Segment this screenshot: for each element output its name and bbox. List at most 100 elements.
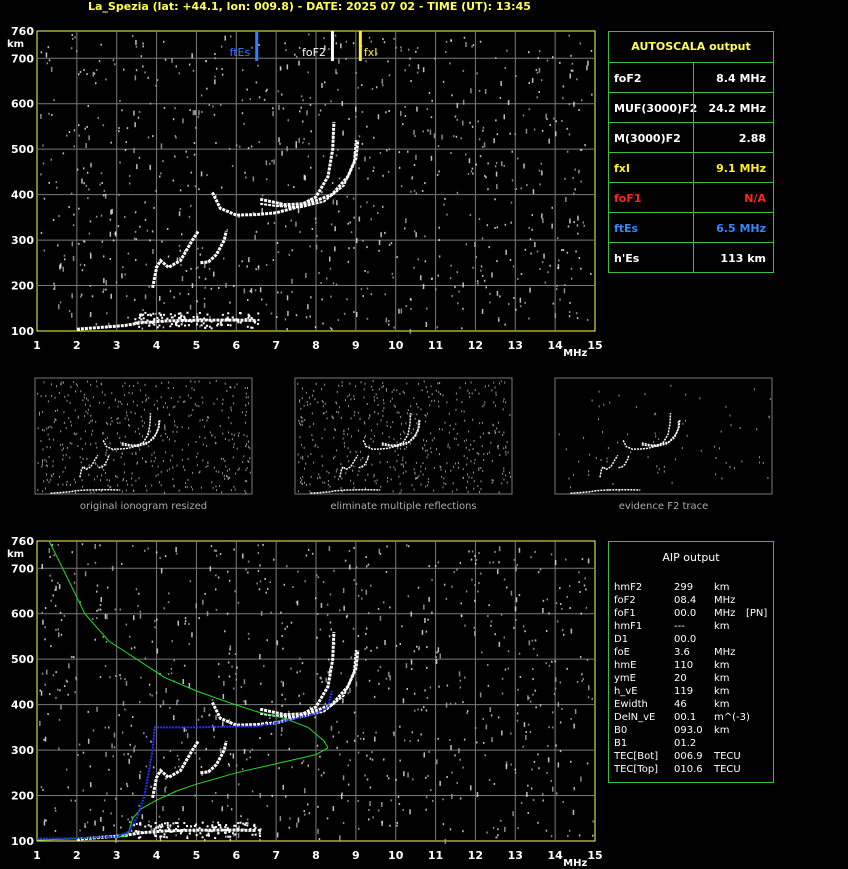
noise-dot [96,609,98,612]
thumb-noise [410,432,412,435]
x-tick-label: 14 [547,339,563,352]
echo-dot [229,835,232,838]
thumb-noise [155,385,157,388]
noise-dot [382,174,384,177]
thumb-noise [499,454,501,457]
thumb-noise [437,382,439,385]
noise-dot [210,287,213,290]
noise-dot [159,557,161,560]
noise-dot [124,678,126,681]
noise-dot [148,285,150,288]
thumb-noise [353,465,355,468]
thumb-noise [492,479,494,482]
noise-dot [384,640,386,645]
thumb-noise [478,392,480,395]
noise-dot [551,206,553,209]
noise-dot [449,828,452,831]
echo-dot [160,826,163,829]
noise-dot [555,744,557,747]
noise-dot [424,260,427,263]
thumb-noise [322,481,324,484]
noise-dot [470,558,473,561]
thumb-noise [137,427,139,430]
noise-dot [62,152,65,155]
noise-dot [425,776,427,779]
thumb-noise [215,470,217,473]
noise-dot [142,309,144,311]
thumb-noise [90,443,92,446]
noise-dot [478,218,481,221]
noise-dot [206,174,208,177]
noise-dot [474,584,476,586]
noise-dot [139,770,142,773]
noise-dot [304,813,306,816]
noise-dot [547,757,550,763]
noise-dot [190,267,192,270]
noise-dot [233,285,235,287]
noise-dot [505,249,507,255]
echo-dot [234,824,237,827]
noise-dot [244,171,246,174]
noise-dot [479,692,482,698]
noise-dot [259,580,262,583]
noise-dot [286,328,288,331]
noise-dot [546,59,549,62]
noise-dot [578,169,580,172]
thumb-noise [62,454,64,457]
thumb-noise [138,477,140,480]
echo-dot [144,311,147,314]
echo-dot [166,824,169,827]
thumb-noise [431,393,433,396]
noise-dot [499,295,501,298]
echo-dot [201,821,204,824]
echo-dot [186,837,189,840]
noise-dot [127,316,129,319]
noise-dot [189,304,192,310]
noise-dot [349,564,351,570]
noise-dot [71,241,74,247]
thumb-noise [424,449,426,452]
noise-dot [494,550,496,553]
noise-dot [48,548,51,554]
thumb-noise [160,484,162,487]
noise-dot [54,807,56,810]
noise-dot [490,714,493,717]
thumb-noise [729,414,731,417]
aip-value: 3.6 [674,647,690,658]
noise-dot [358,216,361,222]
noise-dot [49,574,51,577]
thumb-noise [400,489,402,492]
noise-dot [434,288,437,291]
noise-dot [242,69,244,71]
noise-dot [194,185,197,188]
noise-dot [78,207,80,210]
noise-dot [83,167,85,170]
noise-dot [361,142,364,145]
thumb-noise [116,432,118,435]
noise-dot [368,818,370,821]
noise-dot [462,99,465,105]
thumb-noise [425,467,427,470]
x-axis-label: MHz [563,348,587,359]
noise-dot [51,114,53,116]
echo-dot [228,830,231,833]
noise-dot [178,72,180,75]
thumb-noise [45,394,47,397]
noise-dot [365,658,367,661]
noise-dot [87,738,90,744]
thumb-noise [196,464,198,467]
noise-dot [390,799,392,802]
thumb-noise [489,432,491,435]
noise-dot [109,231,112,237]
thumb-noise [379,461,381,464]
noise-dot [59,264,61,270]
thumb-noise [429,404,431,407]
thumb-noise [77,416,79,419]
echo-dot [224,832,227,835]
noise-dot [528,640,531,646]
noise-dot [133,747,135,753]
echo-dot [180,323,183,326]
noise-dot [165,786,167,789]
noise-dot [492,561,494,564]
thumb-noise [433,437,435,440]
